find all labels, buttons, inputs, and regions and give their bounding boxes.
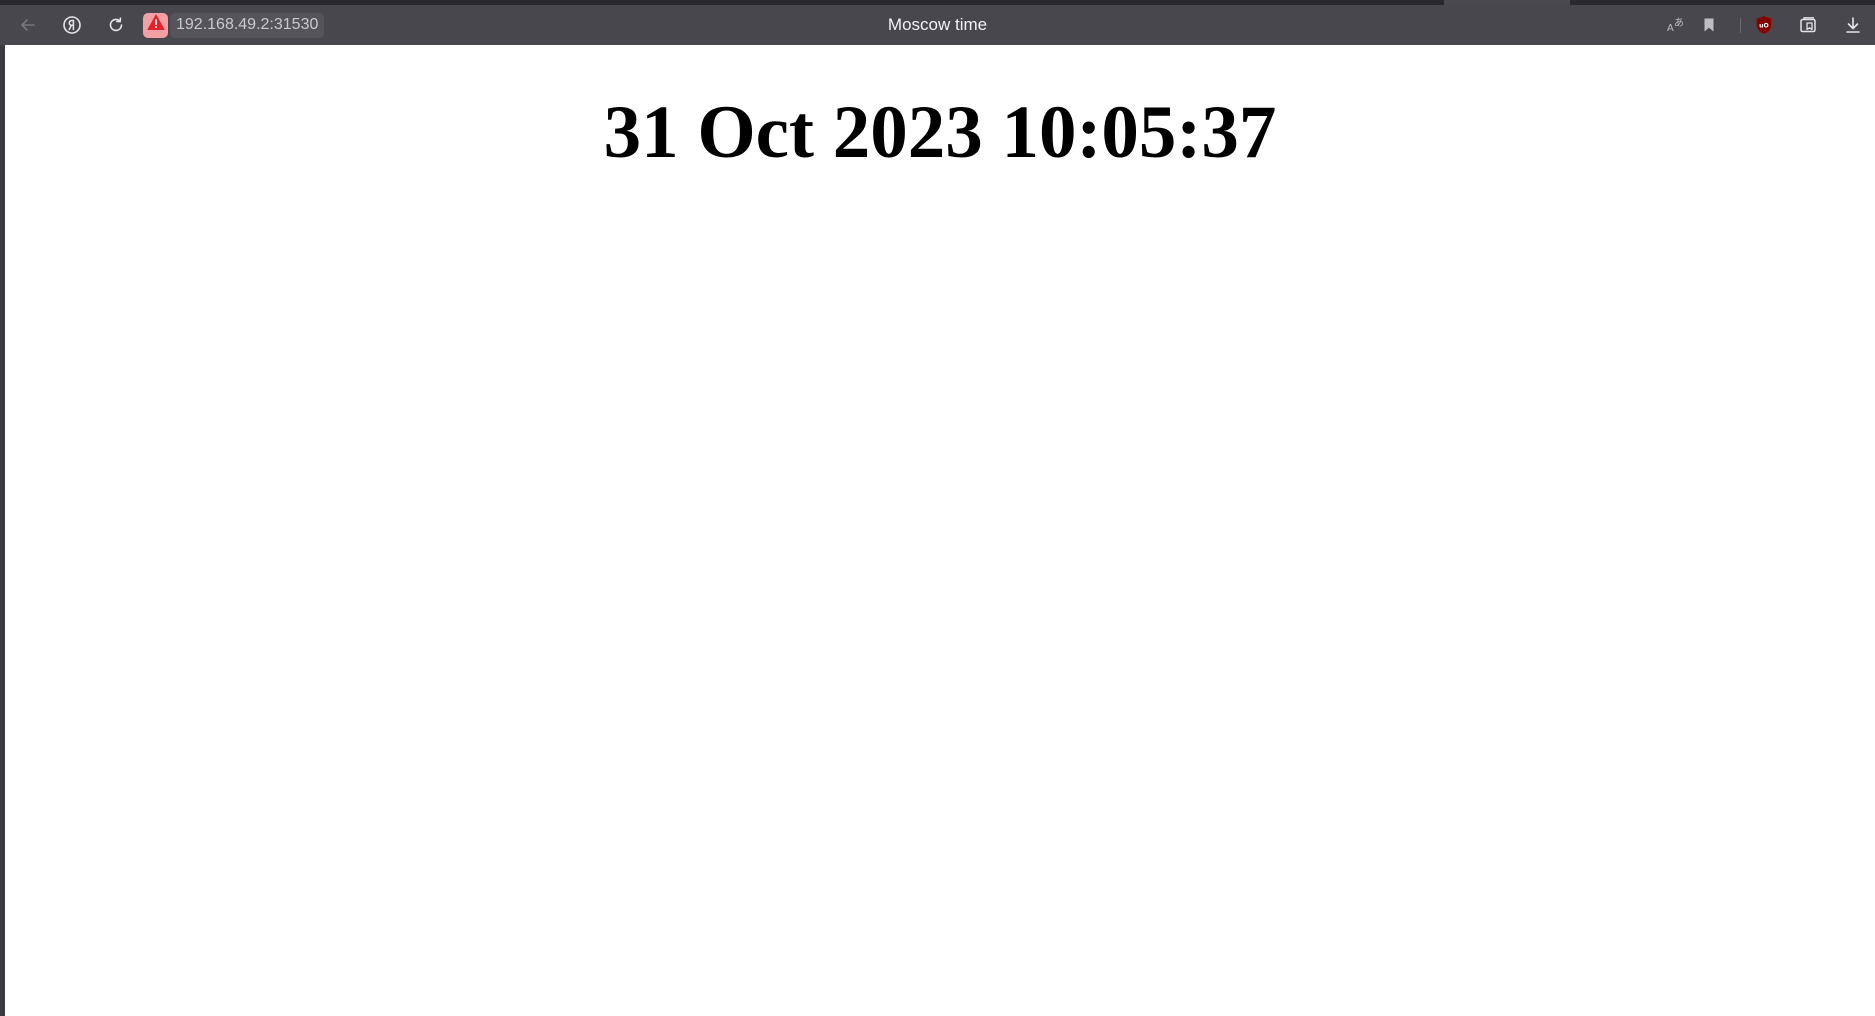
- svg-text:uO: uO: [1759, 23, 1769, 30]
- bookmark-button[interactable]: [1696, 12, 1722, 38]
- download-icon: [1844, 16, 1862, 34]
- security-warning-badge[interactable]: [143, 12, 168, 38]
- yandex-home-button[interactable]: [59, 12, 85, 38]
- warning-triangle-icon: [147, 14, 165, 36]
- ublock-extension-button[interactable]: uO: [1751, 12, 1777, 38]
- translate-icon: A あ: [1666, 16, 1686, 34]
- yandex-logo-icon: [62, 15, 82, 35]
- arrow-left-icon: [19, 16, 37, 34]
- bookmark-icon: [1702, 17, 1716, 33]
- page-viewport: 31 Oct 2023 10:05:37: [5, 45, 1875, 1016]
- url-text[interactable]: 192.168.49.2:31530: [170, 12, 325, 38]
- ublock-origin-icon: uO: [1754, 15, 1774, 35]
- reload-icon: [107, 16, 125, 34]
- current-time-heading: 31 Oct 2023 10:05:37: [603, 91, 1277, 174]
- collections-button[interactable]: [1795, 12, 1821, 38]
- downloads-button[interactable]: [1840, 12, 1866, 38]
- back-button[interactable]: [15, 12, 41, 38]
- svg-text:あ: あ: [1674, 17, 1684, 29]
- reload-button[interactable]: [103, 12, 129, 38]
- toolbar-divider: [1740, 18, 1741, 33]
- browser-window: Moscow time 192.168.49.2:31530 A あ uO 31…: [0, 0, 1875, 1016]
- browser-toolbar: Moscow time 192.168.49.2:31530 A あ uO: [0, 5, 1875, 45]
- translate-button[interactable]: A あ: [1663, 12, 1689, 38]
- svg-text:A: A: [1667, 23, 1674, 34]
- collections-icon: [1798, 16, 1818, 34]
- address-bar[interactable]: 192.168.49.2:31530: [143, 12, 325, 38]
